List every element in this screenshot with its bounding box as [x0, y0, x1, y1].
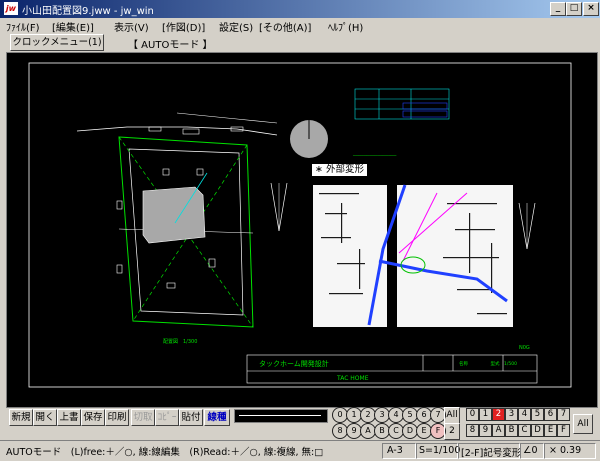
layer-3[interactable]: 3 — [505, 408, 518, 421]
north-label: N0G — [519, 345, 530, 351]
road-line — [76, 126, 278, 136]
zoom-value: × 0.39 — [549, 445, 582, 456]
layer-9[interactable]: 9 — [479, 424, 492, 437]
layer-0[interactable]: 0 — [466, 408, 479, 421]
layer-c[interactable]: C — [518, 424, 531, 437]
linetype-button[interactable]: 線種 — [204, 409, 230, 426]
layer-b[interactable]: B — [505, 424, 518, 437]
paper-size: A-3 — [387, 445, 403, 456]
angle-value: ∠0 — [523, 445, 538, 456]
title-block-footer: TAC HOME — [336, 375, 369, 382]
layer-info-box[interactable]: [2-F]記号変形 — [458, 443, 522, 459]
paste-button[interactable]: 貼付 — [179, 409, 203, 426]
overwrite-button[interactable]: 上書 — [57, 409, 81, 426]
layer-all[interactable]: All — [573, 414, 593, 434]
save-button[interactable]: 保存 — [81, 409, 105, 426]
layer-group-page[interactable]: 2 — [444, 423, 460, 440]
menu-draw[interactable]: [作図(D)] — [162, 19, 205, 34]
menu-bar: ﾌｧｲﾙ(F) [編集(E)] 表示(V) [作図(D)] 設定(S) [その他… — [0, 18, 600, 34]
layer-f[interactable]: F — [557, 424, 570, 437]
external-transform-popup: ∗ 外部変形 — [311, 163, 369, 177]
title-bar: jw 小山田配置図9.jww - jw_win _ □ × — [0, 0, 600, 18]
bottom-panel: 新規 開く 上書 保存 印刷 切取 ｺﾋﾟｰ 貼付 線種 0 1 2 3 4 5… — [0, 406, 600, 440]
layer-e[interactable]: E — [544, 424, 557, 437]
layer-7[interactable]: 7 — [557, 408, 570, 421]
close-button[interactable]: × — [583, 2, 599, 16]
popup-icon: ∗ — [315, 164, 323, 175]
scale-value: S=1/100 — [419, 445, 461, 456]
window-title: 小山田配置図9.jww - jw_win — [22, 6, 154, 17]
layer-6[interactable]: 6 — [544, 408, 557, 421]
open-button[interactable]: 開く — [33, 409, 57, 426]
cad-drawing: 配置図 1/300 ──────────────── N0G タックホーム開発設… — [28, 62, 572, 388]
auto-mode-label: 【 AUTOモード 】 — [128, 40, 213, 51]
minimize-button[interactable]: _ — [550, 2, 566, 16]
site-note: ──────────────── — [352, 154, 397, 159]
building-footprint — [142, 186, 206, 244]
layer-2[interactable]: 2 — [492, 408, 505, 421]
menu-settings[interactable]: 設定(S) — [219, 19, 253, 34]
layer-5[interactable]: 5 — [531, 408, 544, 421]
new-button[interactable]: 新規 — [9, 409, 33, 426]
app-icon: jw — [4, 2, 18, 15]
menu-help[interactable]: ﾍﾙﾌﾟ(H) — [328, 19, 363, 34]
paper-size-box[interactable]: A-3 — [382, 443, 416, 459]
layer-d[interactable]: D — [531, 424, 544, 437]
menu-view[interactable]: 表示(V) — [114, 19, 149, 34]
angle-box[interactable]: ∠0 — [520, 443, 544, 459]
cut-button[interactable]: 切取 — [131, 409, 155, 426]
layer-a[interactable]: A — [492, 424, 505, 437]
scale-box[interactable]: S=1/100 — [416, 443, 461, 459]
title-block-name: タックホーム開発設計 — [259, 359, 329, 368]
road-edge — [176, 112, 278, 124]
layer-1[interactable]: 1 — [479, 408, 492, 421]
clock-menu-button[interactable]: クロックメニュー(1) — [10, 34, 104, 51]
scale-note: 配置図 1/300 — [163, 339, 197, 345]
popup-label: 外部変形 — [326, 164, 365, 175]
zoom-box[interactable]: × 0.39 — [544, 443, 596, 459]
map-gap — [387, 185, 397, 327]
drawing-canvas[interactable]: 配置図 1/300 ──────────────── N0G タックホーム開発設… — [6, 52, 598, 408]
layer-group-all[interactable]: All — [444, 407, 460, 424]
control-bar: クロックメニュー(1) 【 AUTOモード 】 — [0, 34, 600, 52]
menu-edit[interactable]: [編集(E)] — [52, 19, 94, 34]
status-message: AUTOモード (L)free:＋／○, 線:線編集 (R)Read:＋／○, … — [6, 447, 324, 458]
title-block-note: 名称 型式 1/500 — [459, 360, 517, 367]
menu-file[interactable]: ﾌｧｲﾙ(F) — [6, 19, 40, 34]
aerial-map — [313, 185, 513, 327]
status-bar: AUTOモード (L)free:＋／○, 線:線編集 (R)Read:＋／○, … — [0, 440, 600, 461]
copy-button[interactable]: ｺﾋﾟｰ — [155, 409, 179, 426]
layer-info: [2-F]記号変形 — [461, 448, 522, 459]
layer-8[interactable]: 8 — [466, 424, 479, 437]
legend-table — [354, 88, 450, 120]
layer-4[interactable]: 4 — [518, 408, 531, 421]
maximize-button[interactable]: □ — [566, 2, 582, 16]
linetype-preview — [234, 409, 328, 423]
menu-other[interactable]: [その他(A)] — [259, 19, 311, 34]
print-button[interactable]: 印刷 — [105, 409, 129, 426]
